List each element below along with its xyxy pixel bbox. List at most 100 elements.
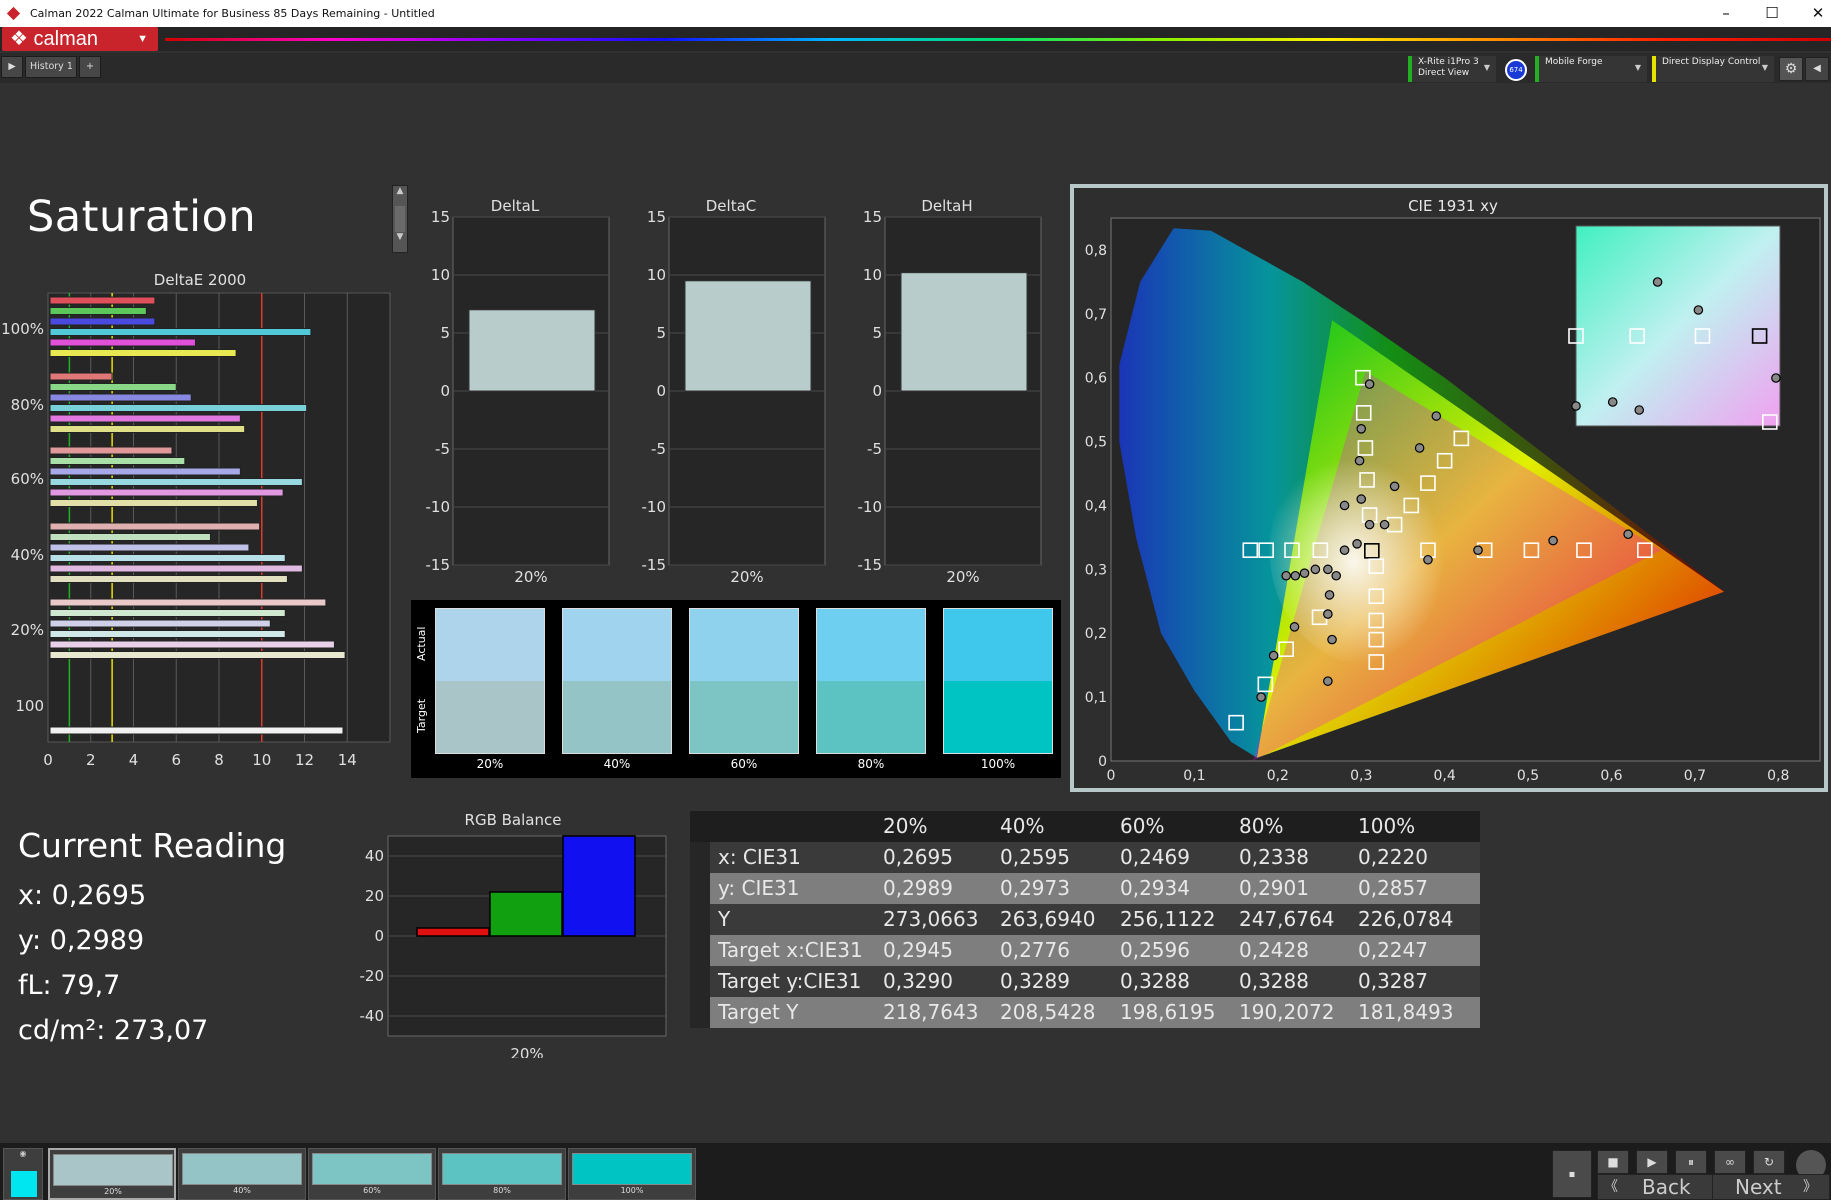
table-cell: 0,3289 [1000,969,1070,993]
current-reading-title: Current Reading [18,826,287,865]
source-selector[interactable]: Mobile Forge ▼ [1535,56,1647,82]
actual-marker [1414,443,1425,453]
table-row-label: Target x:CIE31 [718,938,863,962]
deltae-bar [49,488,284,497]
delta-y-tick: -5 [867,440,882,458]
actual-marker [1323,676,1333,686]
deltae-group-label: 60% [11,470,44,488]
window-titlebar: Calman 2022 Calman Ultimate for Business… [0,0,1831,27]
refresh-icon[interactable]: ↻ [1753,1150,1785,1174]
table-header-cell: 20% [883,814,928,838]
actual-marker [1364,519,1375,530]
delta-y-tick: -15 [426,556,451,574]
table-cell: 0,2973 [1000,876,1070,900]
cie-x-tick: 0,6 [1600,768,1622,784]
calman-menu-button[interactable]: ❖ calman ▼ [2,27,158,51]
delta-y-tick: 0 [440,382,450,400]
expand-panel-icon[interactable]: ◀ [1805,57,1829,81]
patch-thumbnail[interactable]: 100% [568,1148,696,1200]
target-swatch [690,681,798,753]
target-swatch [436,681,544,753]
actual-marker [1323,564,1333,575]
zoom-actual-marker [1693,305,1704,315]
deltae-bar [49,467,241,476]
patch-thumbnail[interactable]: 60% [308,1148,436,1200]
table-cell: 0,2596 [1120,938,1190,962]
deltae-bar [49,543,250,552]
app-logo-text: calman [33,28,98,50]
swatch-column [435,608,545,754]
table-row-label: Target Y [718,1000,799,1024]
patch-nav-icon[interactable]: ◉ [4,1149,42,1158]
back-label: Back [1642,1175,1691,1199]
table-row-gutter [690,966,710,997]
actual-marker [1331,570,1342,581]
swatch-label: 80% [857,757,885,771]
table-cell: 0,3287 [1358,969,1428,993]
delta-lch-charts: DeltaL 15 10 5 0 -5 -10 -15 20% DeltaC 15 10 5 0 -5 -10… [426,197,1042,586]
deltae-bar [49,575,288,583]
table-row: y: CIE31 0,2989 0,2973 0,2934 0,2901 0,2857 [690,873,1480,904]
table-cell: 190,2072 [1239,1000,1335,1024]
delta-y-tick: -10 [642,498,667,516]
page-title: Saturation [27,192,257,242]
display-selector[interactable]: Direct Display Control ▼ [1652,56,1774,82]
delta-lch-plot: DeltaL 15 10 5 0 -5 -10 -15 20% DeltaC 15 10 5 0 -5 -10… [426,197,1042,586]
deltae-x-tick: 10 [252,751,271,769]
actual-marker [1290,570,1301,581]
deltae-x-tick: 2 [86,751,96,769]
scroll-thumb[interactable] [395,206,405,232]
delta-bar [900,272,1028,392]
table-cell: 181,8493 [1358,1000,1454,1024]
stop-icon[interactable]: ■ [1597,1150,1629,1174]
table-row: Target x:CIE31 0,2945 0,2776 0,2596 0,2428 0,… [690,935,1480,966]
tab-history-1[interactable]: History 1 [25,56,77,78]
patch-thumbnail[interactable]: 40% [178,1148,306,1200]
back-button[interactable]: 《 Back [1597,1174,1715,1200]
actual-label: Actual [415,626,428,662]
deltae-bar [49,499,258,507]
patch-thumbnail[interactable]: 20% [48,1148,176,1200]
reading-cdm2: cd/m²: 273,07 [18,1015,209,1046]
delta-y-tick: 0 [656,382,666,400]
delta-y-tick: 10 [647,266,666,284]
cie-y-tick: 0 [1098,754,1107,770]
rainbow-strip [165,38,1831,41]
delta-y-tick: 5 [872,324,882,342]
next-button[interactable]: Next 》 [1712,1174,1830,1200]
table-cell: 0,2595 [1000,845,1070,869]
next-arrow-icon: 》 [1803,1179,1817,1195]
play-icon[interactable]: ▶ [1,56,23,78]
target-swatch [817,681,925,753]
target-swatch [944,681,1052,753]
table-row-label: y: CIE31 [718,876,800,900]
actual-marker [1281,570,1291,581]
actual-marker [1423,554,1433,565]
meter-badge[interactable]: 674 [1505,59,1527,81]
chevron-down-icon: ▼ [1761,63,1768,72]
deltae-bar [49,446,173,455]
table-cell: 263,6940 [1000,907,1096,931]
deltae-x-tick: 4 [129,751,139,769]
minimize-button[interactable]: – [1703,0,1749,27]
maximize-button[interactable]: ☐ [1749,0,1795,27]
chevron-down-icon: ▼ [137,33,148,45]
chevron-down-icon: ▼ [1483,63,1490,72]
pause-icon[interactable]: ⏸ [1675,1150,1707,1174]
cie-title: CIE 1931 xy [1408,197,1498,215]
close-button[interactable]: ✕ [1795,0,1831,27]
loop-icon[interactable]: ∞ [1714,1150,1746,1174]
meter-selector[interactable]: X-Rite i1Pro 3 Direct View ▼ [1408,56,1496,82]
actual-marker [1389,481,1400,492]
table-row-gutter [690,904,710,935]
deltae-group-label: 100 [15,697,44,715]
table-row-gutter [690,873,710,904]
patch-thumbnail[interactable]: 80% [438,1148,566,1200]
reading-fl: fL: 79,7 [18,970,121,1001]
settings-gear-icon[interactable]: ⚙ [1779,57,1803,81]
zoom-actual-marker [1771,373,1781,383]
play-icon[interactable]: ▶ [1636,1150,1668,1174]
stop-button[interactable]: ⏹ [1552,1150,1592,1198]
add-tab-button[interactable]: + [79,56,101,78]
deltae-group-label: 40% [11,546,44,564]
